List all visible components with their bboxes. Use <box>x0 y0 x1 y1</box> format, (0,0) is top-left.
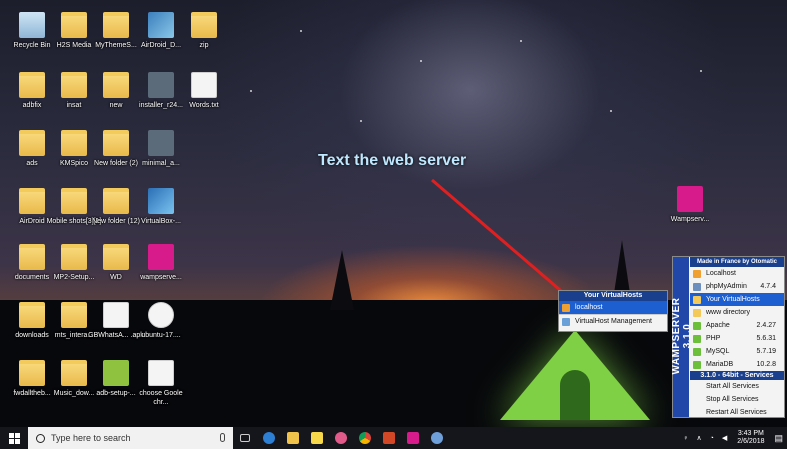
menu-item-label: localhost <box>575 304 603 311</box>
version-label: 5.7.19 <box>756 348 776 355</box>
services-subheader: 3.1.0 - 64bit - Services <box>690 371 784 380</box>
task-view-button[interactable] <box>233 427 257 449</box>
mariadb-icon <box>693 361 701 369</box>
menu-item-virtualhost-management[interactable]: VirtualHost Management <box>559 314 667 327</box>
menu-item-php[interactable]: PHP 5.6.31 <box>690 332 784 345</box>
menu-item-localhost-main[interactable]: Localhost <box>690 267 784 280</box>
task-view-icon <box>240 434 250 442</box>
menu-item-label: Restart All Services <box>706 409 767 416</box>
annotation-arrow <box>431 178 580 308</box>
menu-item-label: Your VirtualHosts <box>706 296 760 303</box>
menu-item-stop-all-services[interactable]: Stop All Services <box>690 393 784 406</box>
taskbar-search-box[interactable]: Type here to search <box>28 427 233 449</box>
wampserver-menu-header: Made in France by Otomatic <box>690 257 784 267</box>
wamp-icon <box>407 432 419 444</box>
folder-icon <box>693 296 701 304</box>
windows-logo-icon <box>8 432 20 444</box>
menu-item-label: MariaDB <box>706 361 734 368</box>
menu-item-label: www directory <box>706 309 750 316</box>
sticky-notes-icon <box>311 432 323 444</box>
menu-item-label: Localhost <box>706 270 736 277</box>
wampserver-menu-list: Made in France by Otomatic Localhost php… <box>690 257 784 419</box>
home-icon <box>562 304 570 312</box>
menu-item-apache[interactable]: Apache 2.4.27 <box>690 319 784 332</box>
cortana-icon <box>36 433 45 443</box>
menu-item-label: Apache <box>706 322 730 329</box>
taskbar-file-explorer[interactable] <box>281 427 305 449</box>
version-label: 2.4.27 <box>756 322 776 329</box>
clock-time: 3:43 PM <box>737 430 764 437</box>
menu-item-label: Stop All Services <box>706 396 759 403</box>
menu-item-mysql[interactable]: MySQL 5.7.19 <box>690 345 784 358</box>
file-explorer-icon <box>287 432 299 444</box>
start-button[interactable] <box>0 427 28 449</box>
edit-icon <box>562 318 570 326</box>
taskbar-chrome[interactable] <box>353 427 377 449</box>
taskbar-wampserver[interactable] <box>401 427 425 449</box>
menu-item-label: VirtualHost Management <box>575 318 652 325</box>
people-icon[interactable]: ♀ <box>683 435 688 442</box>
taskbar-app-blue[interactable] <box>425 427 449 449</box>
menu-item-mariadb[interactable]: MariaDB 10.2.8 <box>690 358 784 371</box>
menu-item-restart-all-services[interactable]: Restart All Services <box>690 406 784 419</box>
apache-icon <box>693 322 701 330</box>
taskbar-app-pinwheel[interactable] <box>329 427 353 449</box>
version-label: 10.2.8 <box>756 361 776 368</box>
virtualhosts-menu: Your VirtualHosts localhost VirtualHost … <box>558 290 668 332</box>
menu-item-label: phpMyAdmin <box>706 283 747 290</box>
home-icon <box>693 270 701 278</box>
search-placeholder: Type here to search <box>51 433 131 443</box>
version-label: 5.6.31 <box>756 335 776 342</box>
app-icon <box>431 432 443 444</box>
clock-date: 2/6/2018 <box>737 438 765 445</box>
db-icon <box>693 283 701 291</box>
menu-item-www-directory[interactable]: www directory <box>690 306 784 319</box>
wampserver-side-banner: WAMPSERVER 3.1.0 <box>671 257 693 417</box>
edge-icon <box>263 432 275 444</box>
desktop-wallpaper: Recycle Bin H2S Media MyThemeS... AirDro… <box>0 0 787 427</box>
taskbar-sticky-notes[interactable] <box>305 427 329 449</box>
chrome-icon <box>359 432 371 444</box>
notifications-icon[interactable]: ▤ <box>774 433 783 444</box>
menu-item-label: PHP <box>706 335 721 342</box>
version-label: 4.7.4 <box>760 283 776 290</box>
system-tray: ♀ ∧ ◔ ◀ 3:43 PM 2/6/2018 ▤ <box>679 427 787 449</box>
virtualhosts-menu-header: Your VirtualHosts <box>559 291 667 301</box>
taskbar: Type here to search ♀ ∧ ◔ ◀ 3:43 PM 2/6/… <box>0 427 787 449</box>
menu-item-localhost[interactable]: localhost <box>559 301 667 314</box>
taskbar-edge[interactable] <box>257 427 281 449</box>
menu-item-start-all-services[interactable]: Start All Services <box>690 380 784 393</box>
menu-item-label: Start All Services <box>706 383 759 390</box>
powerpoint-icon <box>383 432 395 444</box>
menu-item-label: MySQL <box>706 348 730 355</box>
chevron-up-icon[interactable]: ∧ <box>696 434 701 442</box>
menu-item-your-virtualhosts[interactable]: Your VirtualHosts <box>690 293 784 306</box>
wampserver-menu: WAMPSERVER 3.1.0 Made in France by Otoma… <box>671 256 785 419</box>
pinwheel-icon <box>335 432 347 444</box>
mysql-icon <box>693 348 701 356</box>
network-icon[interactable]: ◔ <box>710 435 714 442</box>
clock[interactable]: 3:43 PM 2/6/2018 <box>737 430 764 446</box>
volume-icon[interactable]: ◀ <box>722 434 727 442</box>
folder-icon <box>693 309 701 317</box>
menu-item-phpmyadmin[interactable]: phpMyAdmin 4.7.4 <box>690 280 784 293</box>
taskbar-powerpoint[interactable] <box>377 427 401 449</box>
microphone-icon[interactable] <box>220 433 225 442</box>
php-icon <box>693 335 701 343</box>
